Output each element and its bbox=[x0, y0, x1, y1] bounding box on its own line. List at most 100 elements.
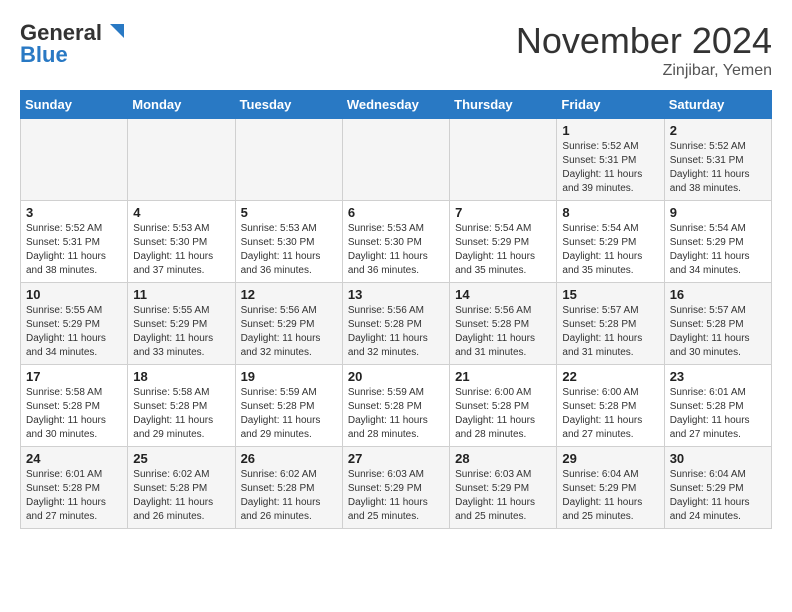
day-number: 12 bbox=[241, 287, 337, 302]
calendar-cell: 28 Sunrise: 6:03 AM Sunset: 5:29 PM Dayli… bbox=[450, 447, 557, 529]
day-info: Sunrise: 6:00 AM Sunset: 5:28 PM Dayligh… bbox=[562, 386, 658, 442]
calendar-cell: 7 Sunrise: 5:54 AM Sunset: 5:29 PM Daylig… bbox=[450, 201, 557, 283]
day-info: Sunrise: 6:01 AM Sunset: 5:28 PM Dayligh… bbox=[670, 386, 766, 442]
weekday-header-thursday: Thursday bbox=[450, 91, 557, 119]
calendar-cell: 12 Sunrise: 5:56 AM Sunset: 5:29 PM Dayli… bbox=[235, 283, 342, 365]
calendar-cell: 4 Sunrise: 5:53 AM Sunset: 5:30 PM Daylig… bbox=[128, 201, 235, 283]
calendar-cell: 6 Sunrise: 5:53 AM Sunset: 5:30 PM Daylig… bbox=[342, 201, 449, 283]
weekday-header-row: SundayMondayTuesdayWednesdayThursdayFrid… bbox=[21, 91, 772, 119]
page: General Blue November 2024 Zinjibar, Yem… bbox=[0, 0, 792, 539]
weekday-header-wednesday: Wednesday bbox=[342, 91, 449, 119]
calendar-cell bbox=[235, 119, 342, 201]
day-number: 5 bbox=[241, 205, 337, 220]
day-info: Sunrise: 6:02 AM Sunset: 5:28 PM Dayligh… bbox=[133, 468, 229, 524]
calendar-cell: 29 Sunrise: 6:04 AM Sunset: 5:29 PM Dayli… bbox=[557, 447, 664, 529]
calendar-cell: 13Sunrise: 5:56 AM Sunset: 5:28 PM Dayli… bbox=[342, 283, 449, 365]
day-info: Sunrise: 5:56 AM Sunset: 5:28 PM Dayligh… bbox=[348, 304, 444, 360]
day-number: 19 bbox=[241, 369, 337, 384]
title-block: November 2024 Zinjibar, Yemen bbox=[516, 20, 772, 80]
day-info: Sunrise: 5:53 AM Sunset: 5:30 PM Dayligh… bbox=[348, 222, 444, 278]
calendar-cell: 26 Sunrise: 6:02 AM Sunset: 5:28 PM Dayli… bbox=[235, 447, 342, 529]
day-number: 26 bbox=[241, 451, 337, 466]
day-number: 24 bbox=[26, 451, 122, 466]
day-number: 28 bbox=[455, 451, 551, 466]
day-info: Sunrise: 6:00 AM Sunset: 5:28 PM Dayligh… bbox=[455, 386, 551, 442]
calendar-cell: 10 Sunrise: 5:55 AM Sunset: 5:29 PM Dayli… bbox=[21, 283, 128, 365]
calendar-cell: 14Sunrise: 5:56 AM Sunset: 5:28 PM Dayli… bbox=[450, 283, 557, 365]
day-info: Sunrise: 5:55 AM Sunset: 5:29 PM Dayligh… bbox=[133, 304, 229, 360]
day-info: Sunrise: 6:03 AM Sunset: 5:29 PM Dayligh… bbox=[348, 468, 444, 524]
day-info: Sunrise: 5:59 AM Sunset: 5:28 PM Dayligh… bbox=[241, 386, 337, 442]
day-number: 22 bbox=[562, 369, 658, 384]
day-number: 6 bbox=[348, 205, 444, 220]
day-number: 8 bbox=[562, 205, 658, 220]
day-info: Sunrise: 5:57 AM Sunset: 5:28 PM Dayligh… bbox=[562, 304, 658, 360]
day-number: 9 bbox=[670, 205, 766, 220]
calendar-cell: 27 Sunrise: 6:03 AM Sunset: 5:29 PM Dayli… bbox=[342, 447, 449, 529]
calendar-cell bbox=[128, 119, 235, 201]
calendar-cell: 20Sunrise: 5:59 AM Sunset: 5:28 PM Dayli… bbox=[342, 365, 449, 447]
day-info: Sunrise: 5:53 AM Sunset: 5:30 PM Dayligh… bbox=[133, 222, 229, 278]
day-info: Sunrise: 5:53 AM Sunset: 5:30 PM Dayligh… bbox=[241, 222, 337, 278]
day-info: Sunrise: 5:58 AM Sunset: 5:28 PM Dayligh… bbox=[133, 386, 229, 442]
day-number: 17 bbox=[26, 369, 122, 384]
weekday-header-sunday: Sunday bbox=[21, 91, 128, 119]
calendar-body: 1Sunrise: 5:52 AM Sunset: 5:31 PM Daylig… bbox=[21, 119, 772, 529]
day-number: 7 bbox=[455, 205, 551, 220]
day-number: 30 bbox=[670, 451, 766, 466]
day-number: 14 bbox=[455, 287, 551, 302]
calendar-cell: 5 Sunrise: 5:53 AM Sunset: 5:30 PM Daylig… bbox=[235, 201, 342, 283]
day-info: Sunrise: 5:54 AM Sunset: 5:29 PM Dayligh… bbox=[455, 222, 551, 278]
calendar-cell: 24Sunrise: 6:01 AM Sunset: 5:28 PM Dayli… bbox=[21, 447, 128, 529]
calendar-cell: 2Sunrise: 5:52 AM Sunset: 5:31 PM Daylig… bbox=[664, 119, 771, 201]
week-row-2: 3Sunrise: 5:52 AM Sunset: 5:31 PM Daylig… bbox=[21, 201, 772, 283]
day-number: 25 bbox=[133, 451, 229, 466]
day-number: 10 bbox=[26, 287, 122, 302]
day-number: 20 bbox=[348, 369, 444, 384]
weekday-header-friday: Friday bbox=[557, 91, 664, 119]
calendar-cell: 23 Sunrise: 6:01 AM Sunset: 5:28 PM Dayli… bbox=[664, 365, 771, 447]
calendar-cell: 25 Sunrise: 6:02 AM Sunset: 5:28 PM Dayli… bbox=[128, 447, 235, 529]
day-info: Sunrise: 6:04 AM Sunset: 5:29 PM Dayligh… bbox=[670, 468, 766, 524]
week-row-1: 1Sunrise: 5:52 AM Sunset: 5:31 PM Daylig… bbox=[21, 119, 772, 201]
week-row-4: 17 Sunrise: 5:58 AM Sunset: 5:28 PM Dayli… bbox=[21, 365, 772, 447]
calendar: SundayMondayTuesdayWednesdayThursdayFrid… bbox=[20, 90, 772, 529]
calendar-cell: 22 Sunrise: 6:00 AM Sunset: 5:28 PM Dayli… bbox=[557, 365, 664, 447]
calendar-cell bbox=[450, 119, 557, 201]
month-title: November 2024 bbox=[516, 20, 772, 62]
day-info: Sunrise: 5:54 AM Sunset: 5:29 PM Dayligh… bbox=[562, 222, 658, 278]
calendar-cell bbox=[21, 119, 128, 201]
calendar-cell: 17 Sunrise: 5:58 AM Sunset: 5:28 PM Dayli… bbox=[21, 365, 128, 447]
day-number: 16 bbox=[670, 287, 766, 302]
day-number: 23 bbox=[670, 369, 766, 384]
logo-blue: Blue bbox=[20, 42, 68, 68]
day-number: 2 bbox=[670, 123, 766, 138]
weekday-header-monday: Monday bbox=[128, 91, 235, 119]
day-info: Sunrise: 5:55 AM Sunset: 5:29 PM Dayligh… bbox=[26, 304, 122, 360]
day-info: Sunrise: 6:03 AM Sunset: 5:29 PM Dayligh… bbox=[455, 468, 551, 524]
day-info: Sunrise: 5:56 AM Sunset: 5:29 PM Dayligh… bbox=[241, 304, 337, 360]
day-info: Sunrise: 6:04 AM Sunset: 5:29 PM Dayligh… bbox=[562, 468, 658, 524]
calendar-cell: 19 Sunrise: 5:59 AM Sunset: 5:28 PM Dayli… bbox=[235, 365, 342, 447]
day-info: Sunrise: 5:54 AM Sunset: 5:29 PM Dayligh… bbox=[670, 222, 766, 278]
week-row-5: 24Sunrise: 6:01 AM Sunset: 5:28 PM Dayli… bbox=[21, 447, 772, 529]
day-info: Sunrise: 5:52 AM Sunset: 5:31 PM Dayligh… bbox=[26, 222, 122, 278]
calendar-cell: 1Sunrise: 5:52 AM Sunset: 5:31 PM Daylig… bbox=[557, 119, 664, 201]
logo: General Blue bbox=[20, 20, 126, 68]
week-row-3: 10 Sunrise: 5:55 AM Sunset: 5:29 PM Dayli… bbox=[21, 283, 772, 365]
day-info: Sunrise: 6:02 AM Sunset: 5:28 PM Dayligh… bbox=[241, 468, 337, 524]
calendar-cell: 16 Sunrise: 5:57 AM Sunset: 5:28 PM Dayli… bbox=[664, 283, 771, 365]
day-number: 4 bbox=[133, 205, 229, 220]
calendar-cell: 15 Sunrise: 5:57 AM Sunset: 5:28 PM Dayli… bbox=[557, 283, 664, 365]
day-info: Sunrise: 5:58 AM Sunset: 5:28 PM Dayligh… bbox=[26, 386, 122, 442]
calendar-cell: 30 Sunrise: 6:04 AM Sunset: 5:29 PM Dayli… bbox=[664, 447, 771, 529]
header: General Blue November 2024 Zinjibar, Yem… bbox=[20, 20, 772, 80]
day-info: Sunrise: 5:57 AM Sunset: 5:28 PM Dayligh… bbox=[670, 304, 766, 360]
calendar-cell: 9 Sunrise: 5:54 AM Sunset: 5:29 PM Daylig… bbox=[664, 201, 771, 283]
calendar-cell: 8 Sunrise: 5:54 AM Sunset: 5:29 PM Daylig… bbox=[557, 201, 664, 283]
day-number: 27 bbox=[348, 451, 444, 466]
calendar-cell: 3Sunrise: 5:52 AM Sunset: 5:31 PM Daylig… bbox=[21, 201, 128, 283]
day-number: 15 bbox=[562, 287, 658, 302]
weekday-header-tuesday: Tuesday bbox=[235, 91, 342, 119]
day-number: 29 bbox=[562, 451, 658, 466]
